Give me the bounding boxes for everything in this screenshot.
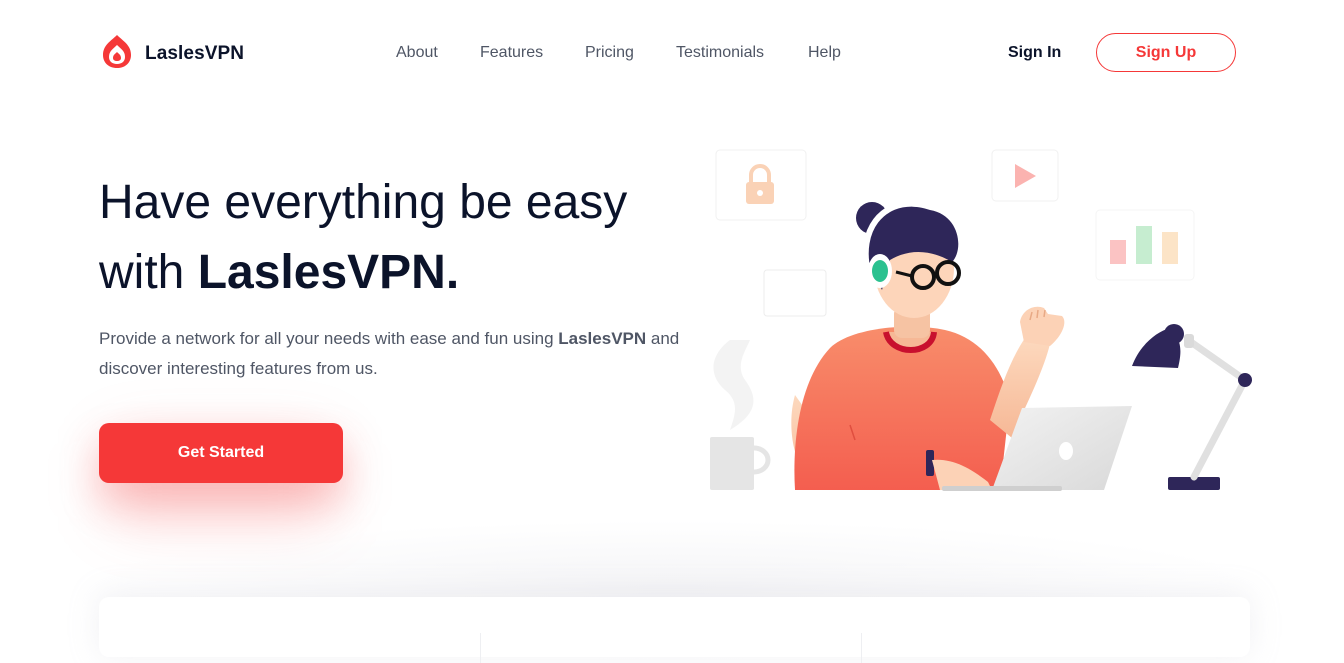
lock-card — [715, 149, 807, 221]
nav-features[interactable]: Features — [480, 44, 543, 62]
brand-name: LaslesVPN — [145, 42, 245, 64]
hero-desc-brand: LaslesVPN — [558, 329, 647, 348]
hero-description: Provide a network for all your needs wit… — [99, 324, 699, 384]
hero-title-line1: Have everything be easy — [99, 176, 628, 229]
steam — [713, 340, 754, 430]
sign-up-button[interactable]: Sign Up — [1096, 33, 1236, 72]
stats-divider — [480, 633, 481, 663]
bar-chart-card — [1095, 209, 1195, 281]
blank-card — [763, 269, 827, 317]
nav-testimonials[interactable]: Testimonials — [676, 44, 764, 62]
get-started-button[interactable]: Get Started — [99, 423, 343, 483]
desk-lamp — [1132, 324, 1252, 490]
sign-in-link[interactable]: Sign In — [1008, 44, 1061, 62]
logo[interactable]: LaslesVPN — [99, 33, 244, 74]
hero-title: Have everything be easy with LaslesVPN. — [99, 168, 719, 308]
hero-title-prefix: with — [99, 246, 198, 299]
nav-about[interactable]: About — [396, 44, 438, 62]
hero-title-brand: LaslesVPN. — [197, 246, 460, 299]
hero-illustration — [700, 140, 1260, 500]
mug — [710, 437, 771, 490]
stats-divider — [861, 633, 862, 663]
play-card — [991, 149, 1059, 202]
nav-pricing[interactable]: Pricing — [585, 44, 634, 62]
stats-card — [99, 597, 1250, 663]
hero-desc-part1: Provide a network for all your needs wit… — [99, 329, 559, 348]
logo-icon — [99, 33, 135, 74]
nav-help[interactable]: Help — [808, 44, 841, 62]
